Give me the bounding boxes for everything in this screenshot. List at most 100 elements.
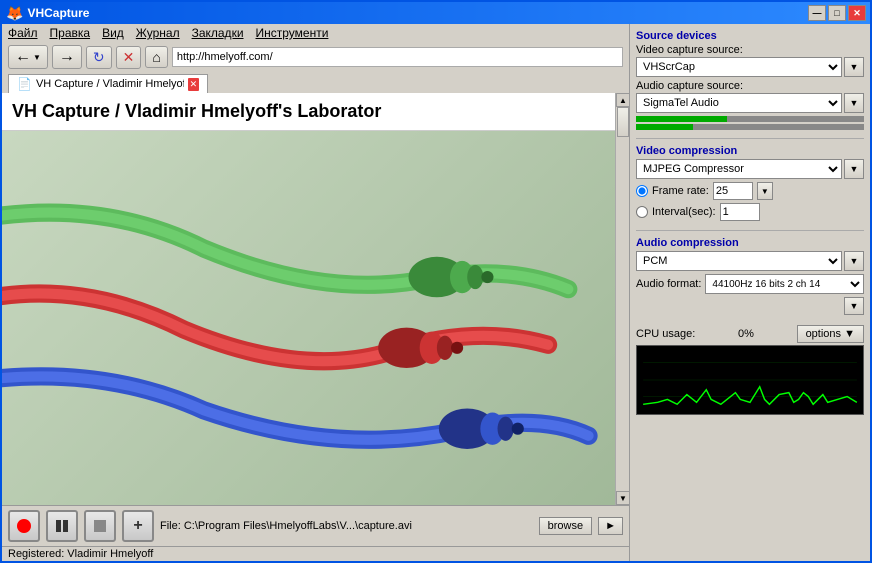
back-button[interactable]: ← ▼ xyxy=(8,45,48,69)
browser-toolbar: ← ▼ → ↻ ✕ ⌂ xyxy=(2,42,629,72)
audio-source-label: Audio capture source: xyxy=(636,80,864,92)
file-info: File: C:\Program Files\HmelyoffLabs\V...… xyxy=(160,520,533,532)
bottom-bar: + File: C:\Program Files\HmelyoffLabs\V.… xyxy=(2,505,629,546)
play-button[interactable]: ► xyxy=(598,517,623,535)
interval-radio[interactable] xyxy=(636,206,648,218)
add-button[interactable]: + xyxy=(122,510,154,542)
video-compression-section: Video compression MJPEG Compressor ▼ Fra… xyxy=(636,145,864,224)
home-button[interactable]: ⌂ xyxy=(145,46,167,68)
left-panel: Файл Правка Вид Журнал Закладки Инструме… xyxy=(2,24,630,561)
home-icon: ⌂ xyxy=(152,49,160,65)
scroll-thumb[interactable] xyxy=(617,107,629,137)
audio-level-2 xyxy=(636,124,864,130)
tab-page-icon: 📄 xyxy=(17,77,32,91)
maximize-button[interactable]: □ xyxy=(828,5,846,21)
source-devices-section: Source devices Video capture source: VHS… xyxy=(636,30,864,132)
divider-2 xyxy=(636,230,864,231)
audio-source-row: SigmaTel Audio ▼ xyxy=(636,93,864,113)
video-source-arrow[interactable]: ▼ xyxy=(844,57,864,77)
refresh-button[interactable]: ↻ xyxy=(86,46,112,69)
browse-button[interactable]: browse xyxy=(539,517,592,535)
stop-icon: ✕ xyxy=(123,49,135,66)
video-source-dropdown[interactable]: VHScrCap xyxy=(636,57,842,77)
audio-format-extra-arrow[interactable]: ▼ xyxy=(844,297,864,315)
window-title: VHCapture xyxy=(27,6,89,20)
interval-input[interactable] xyxy=(720,203,760,221)
frame-rate-row: Frame rate: ▼ xyxy=(636,182,864,200)
video-compression-arrow[interactable]: ▼ xyxy=(844,159,864,179)
menu-file[interactable]: Файл xyxy=(8,26,38,40)
back-icon: ← xyxy=(15,48,31,66)
menu-edit[interactable]: Правка xyxy=(50,26,91,40)
frame-rate-label: Frame rate: xyxy=(652,185,709,197)
main-content: Файл Правка Вид Журнал Закладки Инструме… xyxy=(2,24,870,561)
app-icon: 🦊 xyxy=(6,5,23,22)
forward-button[interactable]: → xyxy=(52,45,82,69)
audio-compression-arrow[interactable]: ▼ xyxy=(844,251,864,271)
interval-label: Interval(sec): xyxy=(652,206,716,218)
frame-rate-input[interactable] xyxy=(713,182,753,200)
source-devices-label: Source devices xyxy=(636,30,864,42)
video-source-row: VHScrCap ▼ xyxy=(636,57,864,77)
audio-compression-label: Audio compression xyxy=(636,237,864,249)
refresh-icon: ↻ xyxy=(93,49,105,66)
tab-close-button[interactable]: ✕ xyxy=(188,78,199,91)
cpu-label: CPU usage: xyxy=(636,328,695,340)
interval-row: Interval(sec): xyxy=(636,203,864,221)
audio-source-arrow[interactable]: ▼ xyxy=(844,93,864,113)
title-bar: 🦊 VHCapture — □ ✕ xyxy=(2,2,870,24)
frame-rate-arrow[interactable]: ▼ xyxy=(757,182,773,200)
browser-menubar: Файл Правка Вид Журнал Закладки Инструме… xyxy=(2,24,629,42)
cpu-value: 0% xyxy=(738,328,754,340)
address-bar[interactable] xyxy=(172,47,623,67)
stop-button[interactable]: ✕ xyxy=(116,46,142,69)
audio-compression-row: PCM ▼ xyxy=(636,251,864,271)
menu-bookmarks[interactable]: Закладки xyxy=(192,26,244,40)
video-compression-dropdown[interactable]: MJPEG Compressor xyxy=(636,159,842,179)
close-button[interactable]: ✕ xyxy=(848,5,866,21)
forward-icon: → xyxy=(59,48,75,66)
video-compression-row: MJPEG Compressor ▼ xyxy=(636,159,864,179)
audio-source-dropdown[interactable]: SigmaTel Audio xyxy=(636,93,842,113)
back-dropdown-icon: ▼ xyxy=(33,53,41,62)
status-text: Registered: Vladimir Hmelyoff xyxy=(8,548,153,560)
file-label: File: xyxy=(160,520,181,532)
file-path: C:\Program Files\HmelyoffLabs\V...\captu… xyxy=(184,520,412,532)
record-button[interactable] xyxy=(8,510,40,542)
stop-button[interactable] xyxy=(84,510,116,542)
pause-button[interactable] xyxy=(46,510,78,542)
status-bar: Registered: Vladimir Hmelyoff xyxy=(2,546,629,561)
rca-cables-image xyxy=(2,131,629,505)
audio-level-1 xyxy=(636,116,864,122)
tab-title: VH Capture / Vladimir Hmelyoff's ... xyxy=(36,78,184,90)
audio-format-dropdown[interactable]: 44100Hz 16 bits 2 ch 14 xyxy=(705,274,864,294)
cables-svg xyxy=(2,131,629,505)
browser-tab-bar: 📄 VH Capture / Vladimir Hmelyoff's ... ✕ xyxy=(2,72,629,93)
minimize-button[interactable]: — xyxy=(808,5,826,21)
options-button[interactable]: options ▼ xyxy=(797,325,864,343)
menu-journal[interactable]: Журнал xyxy=(136,26,180,40)
right-panel: Source devices Video capture source: VHS… xyxy=(630,24,870,561)
scroll-up-arrow[interactable]: ▲ xyxy=(616,93,629,107)
audio-format-label: Audio format: xyxy=(636,278,701,290)
page-heading: VH Capture / Vladimir Hmelyoff's Laborat… xyxy=(2,93,629,131)
menu-tools[interactable]: Инструменти xyxy=(256,26,329,40)
title-bar-left: 🦊 VHCapture xyxy=(6,5,89,22)
main-window: 🦊 VHCapture — □ ✕ Файл Правка Вид Журнал… xyxy=(0,0,872,563)
title-bar-buttons: — □ ✕ xyxy=(808,5,866,21)
frame-rate-radio[interactable] xyxy=(636,185,648,197)
browser-tab[interactable]: 📄 VH Capture / Vladimir Hmelyoff's ... ✕ xyxy=(8,74,208,93)
scroll-down-arrow[interactable]: ▼ xyxy=(616,491,629,505)
audio-format-row: Audio format: 44100Hz 16 bits 2 ch 14 xyxy=(636,274,864,294)
video-source-label: Video capture source: xyxy=(636,44,864,56)
cpu-graph xyxy=(636,345,864,415)
scrollbar-right[interactable]: ▲ ▼ xyxy=(615,93,629,505)
browser-content: VH Capture / Vladimir Hmelyoff's Laborat… xyxy=(2,93,629,505)
pause-icon xyxy=(56,520,68,532)
cpu-section: CPU usage: 0% options ▼ xyxy=(636,325,864,415)
audio-compression-dropdown[interactable]: PCM xyxy=(636,251,842,271)
cpu-header: CPU usage: 0% options ▼ xyxy=(636,325,864,343)
audio-compression-section: Audio compression PCM ▼ Audio format: 44… xyxy=(636,237,864,317)
add-icon: + xyxy=(133,517,142,535)
menu-view[interactable]: Вид xyxy=(102,26,124,40)
